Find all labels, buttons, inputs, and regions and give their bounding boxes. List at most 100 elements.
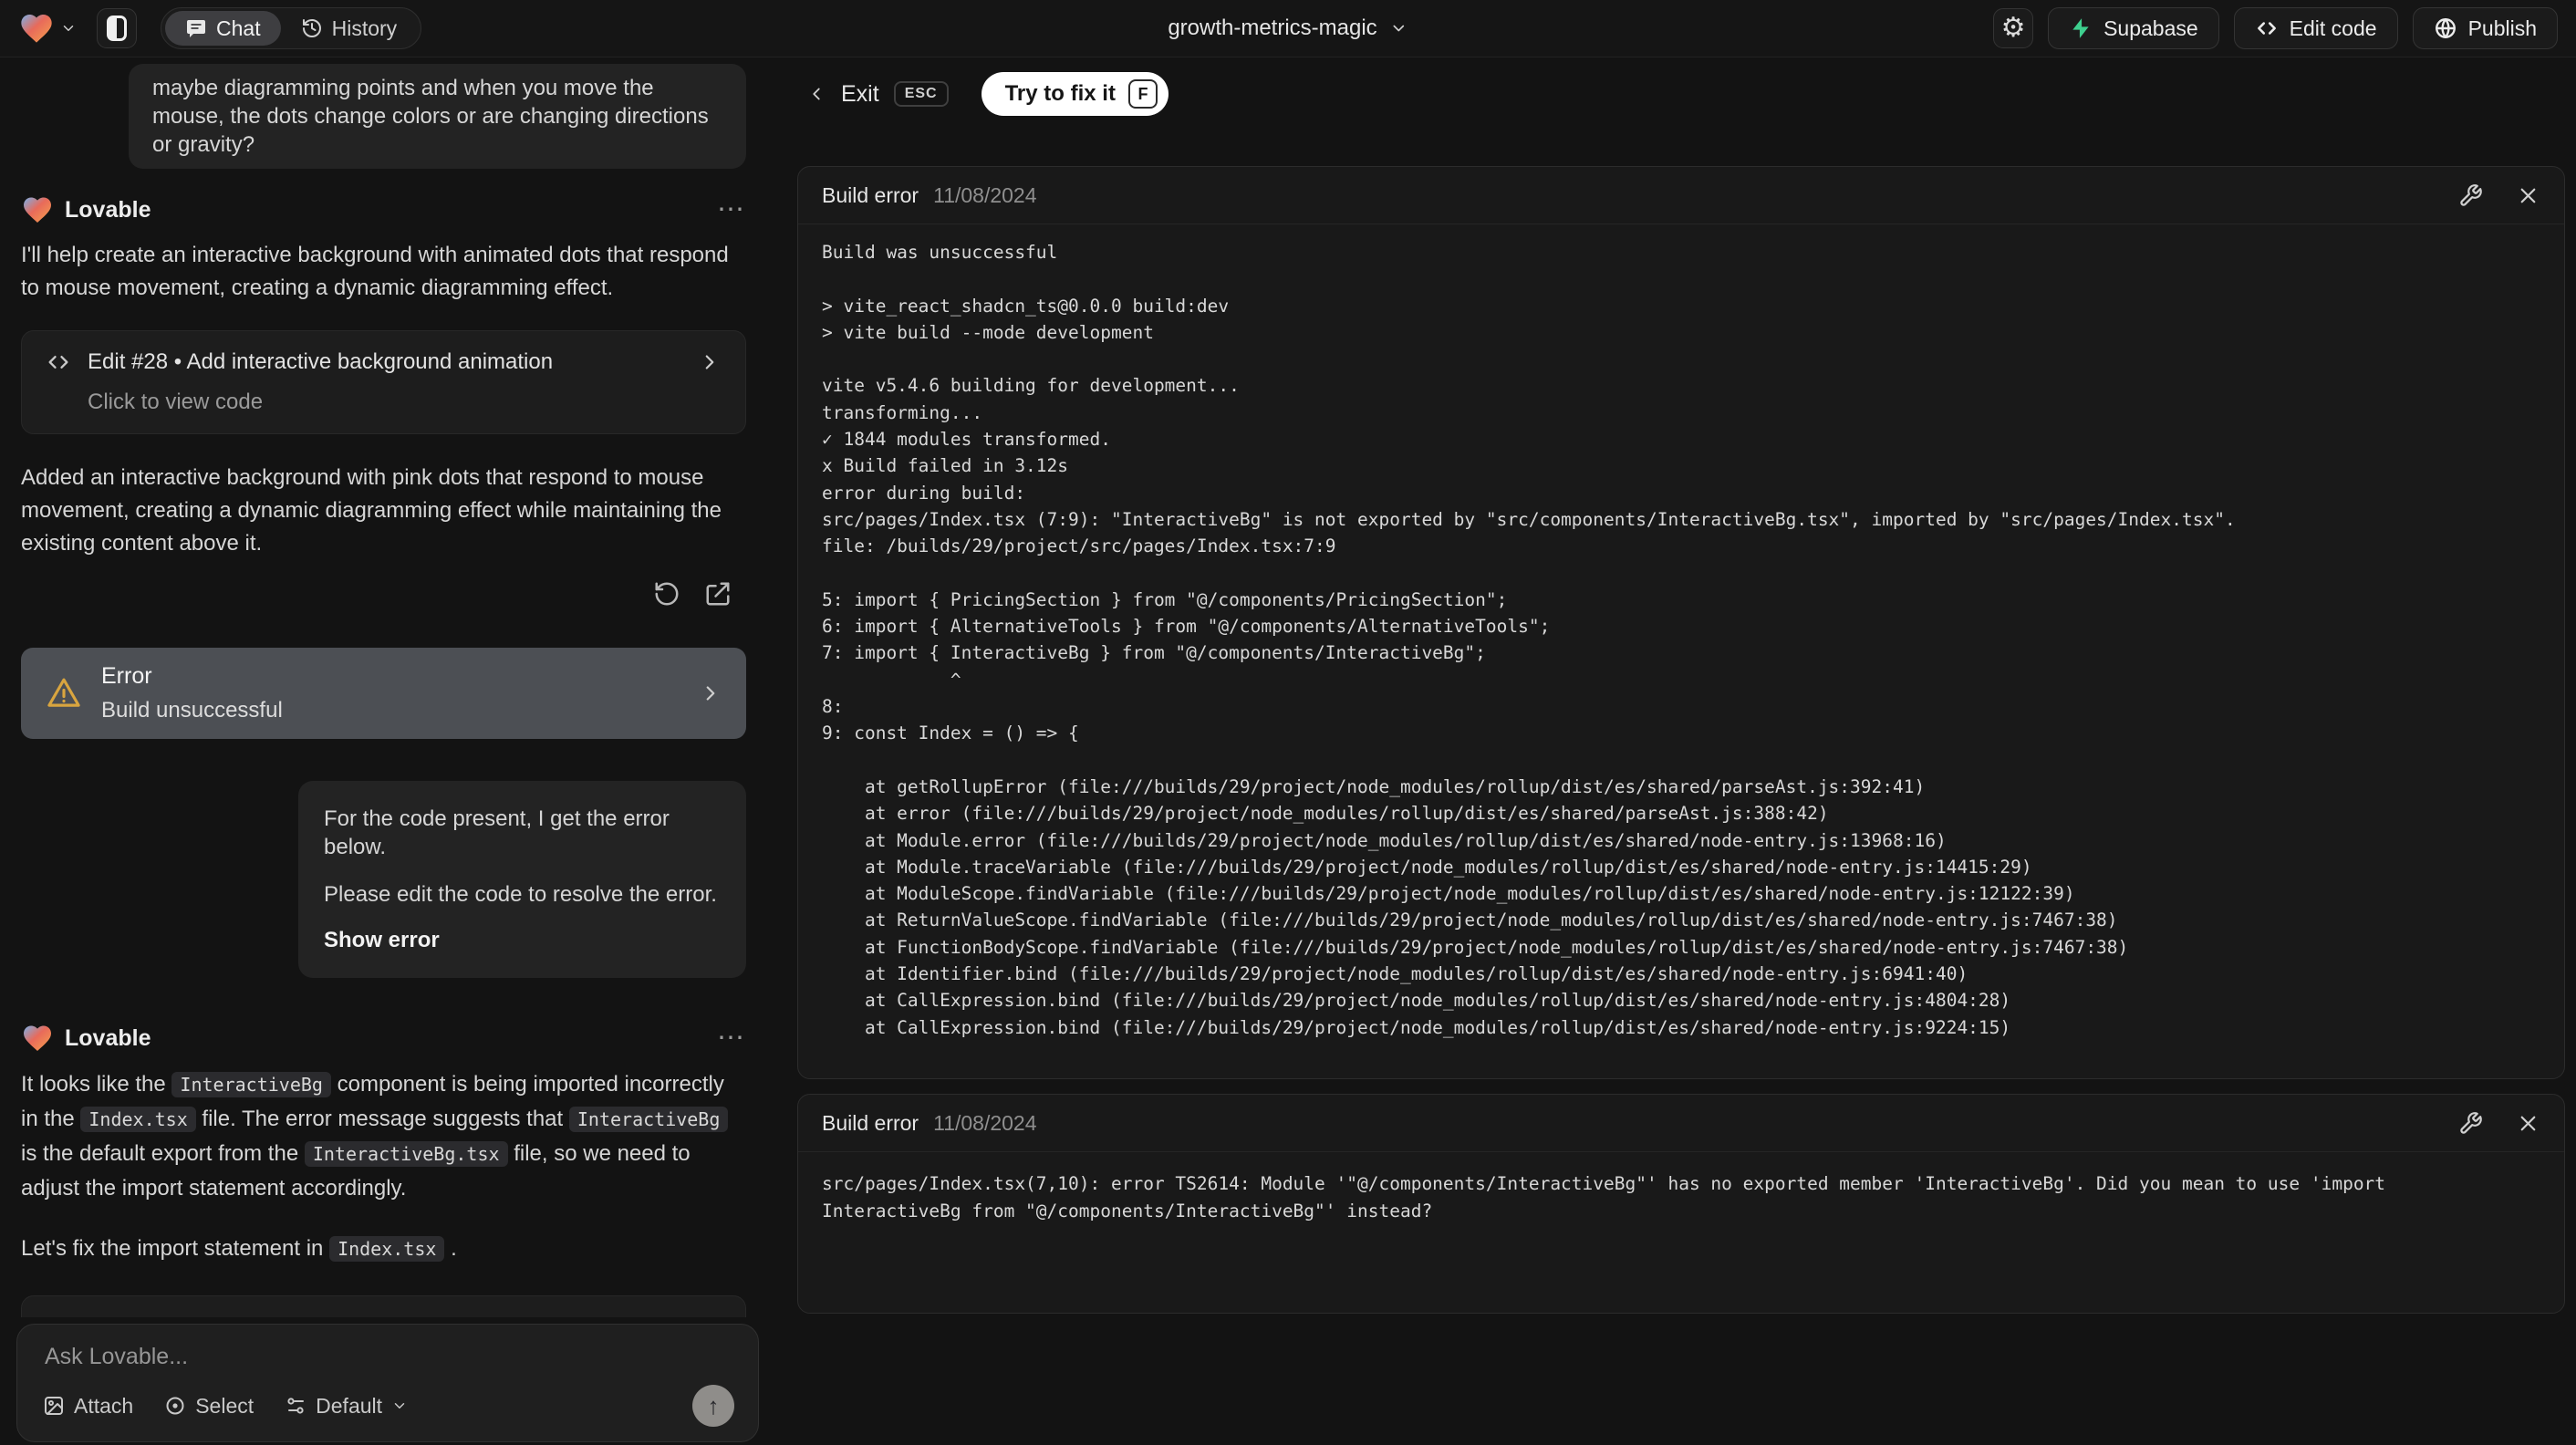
chevron-right-icon	[698, 350, 722, 374]
project-name: growth-metrics-magic	[1168, 16, 1377, 40]
assistant-text: Let's fix the import statement in Index.…	[21, 1236, 457, 1262]
build-log: src/pages/Index.tsx(7,10): error TS2614:…	[822, 1173, 2396, 1221]
panel-left-icon	[107, 16, 127, 41]
exit-label: Exit	[841, 80, 879, 107]
lovable-logo-menu[interactable]	[18, 10, 77, 47]
attach-label: Attach	[74, 1393, 134, 1418]
panel-header: Build error 11/08/2024	[798, 1095, 2564, 1152]
publish-button[interactable]: Publish	[2412, 7, 2558, 49]
send-button[interactable]: ↑	[692, 1385, 734, 1427]
chevron-down-icon	[1390, 19, 1408, 37]
chevron-right-icon	[698, 1315, 722, 1317]
attach-button[interactable]: Attach	[43, 1394, 133, 1419]
publish-label: Publish	[2467, 16, 2537, 40]
lovable-heart-icon	[21, 1022, 54, 1055]
exit-button[interactable]: Exit ESC	[806, 81, 949, 108]
error-card-subtitle: Build unsuccessful	[101, 698, 283, 722]
close-icon[interactable]	[2516, 1111, 2540, 1136]
edit-card-title: Edit #29 • Fix import error for Interact…	[88, 1315, 502, 1317]
project-switcher[interactable]: growth-metrics-magic	[1168, 16, 1407, 41]
try-to-fix-button[interactable]: Try to fix it F	[981, 72, 1169, 116]
supabase-label: Supabase	[2103, 16, 2198, 40]
assistant-message-header: Lovable ⋯	[21, 1022, 746, 1055]
lovable-heart-icon	[18, 10, 55, 47]
build-error-panel-1: Build error 11/08/2024 Build was unsucce…	[797, 166, 2565, 1079]
composer: Attach Select Defa	[16, 1324, 759, 1442]
edit-code-button[interactable]: Edit code	[2233, 7, 2398, 49]
chevron-down-icon	[60, 20, 77, 36]
edit-card-subtitle: Click to view code	[88, 390, 264, 414]
supabase-bolt-icon	[2069, 16, 2093, 40]
build-error-card[interactable]: Error Build unsuccessful	[21, 648, 746, 739]
inline-code: InteractiveBg	[568, 1107, 729, 1132]
select-label: Select	[195, 1393, 254, 1418]
more-options-icon[interactable]: ⋯	[717, 196, 746, 224]
inline-code: InteractiveBg.tsx	[304, 1141, 508, 1167]
chat-history-tabs: Chat History	[161, 7, 422, 49]
user-message-line: Please edit the code to resolve the erro…	[324, 882, 717, 907]
edit-card-28[interactable]: Edit #28 • Add interactive background an…	[21, 330, 746, 434]
panel-date: 11/08/2024	[933, 1110, 1037, 1135]
chat-panel: maybe diagramming points and when you mo…	[0, 57, 766, 1445]
target-icon	[164, 1395, 186, 1417]
model-selector[interactable]: Default	[285, 1394, 408, 1419]
tab-history[interactable]: History	[281, 11, 418, 46]
error-card-title: Error	[101, 663, 152, 689]
model-label: Default	[316, 1393, 383, 1418]
code-icon	[46, 349, 71, 375]
inline-code: InteractiveBg	[171, 1072, 331, 1097]
assistant-name: Lovable	[65, 196, 151, 223]
top-bar: Chat History growth-metrics-magic ⚙ Supa…	[0, 0, 2576, 57]
show-error-link[interactable]: Show error	[324, 926, 721, 954]
tab-history-label: History	[331, 16, 398, 40]
close-icon[interactable]	[2516, 183, 2540, 208]
refresh-icon[interactable]	[653, 580, 680, 608]
wrench-icon[interactable]	[2458, 1111, 2483, 1136]
more-options-icon[interactable]: ⋯	[717, 1024, 746, 1052]
settings-button[interactable]: ⚙	[1993, 8, 2034, 48]
assistant-text: It looks like the InteractiveBg componen…	[21, 1067, 746, 1206]
supabase-button[interactable]: Supabase	[2048, 7, 2219, 49]
gear-icon: ⚙	[2000, 13, 2026, 43]
assistant-name: Lovable	[65, 1024, 151, 1051]
edit-code-label: Edit code	[2289, 16, 2377, 40]
error-workspace: Exit ESC Try to fix it F Build error 11/…	[766, 57, 2576, 1445]
panel-header: Build error 11/08/2024	[798, 167, 2564, 224]
panel-title: Build error	[822, 1110, 919, 1135]
message-actions	[21, 580, 746, 608]
tab-chat[interactable]: Chat	[165, 11, 281, 46]
build-error-panel-2: Build error 11/08/2024 src/pages/Index.t…	[797, 1094, 2565, 1314]
user-message: maybe diagramming points and when you mo…	[129, 64, 746, 169]
inline-code: Index.tsx	[329, 1236, 445, 1262]
globe-icon	[2434, 16, 2457, 40]
warning-triangle-icon	[45, 674, 83, 712]
chat-bubble-icon	[185, 17, 207, 39]
edit-card-29[interactable]: Edit #29 • Fix import error for Interact…	[21, 1295, 746, 1317]
sidebar-toggle-button[interactable]	[97, 8, 137, 48]
user-message-line: For the code present, I get the error be…	[324, 806, 670, 859]
panel-date: 11/08/2024	[933, 182, 1037, 207]
history-clock-icon	[301, 17, 323, 39]
select-button[interactable]: Select	[164, 1394, 254, 1419]
arrow-up-icon: ↑	[707, 1391, 720, 1419]
chat-scroll-area[interactable]: maybe diagramming points and when you mo…	[0, 57, 766, 1317]
inline-code: Index.tsx	[80, 1107, 196, 1132]
chat-input[interactable]	[43, 1343, 738, 1371]
wrench-icon[interactable]	[2458, 183, 2483, 208]
f-key-badge: F	[1127, 79, 1158, 109]
chevron-right-icon	[699, 681, 722, 705]
assistant-text: Added an interactive background with pin…	[21, 465, 722, 556]
assistant-text: I'll help create an interactive backgrou…	[21, 243, 729, 300]
try-to-fix-label: Try to fix it	[1004, 81, 1116, 106]
user-message: For the code present, I get the error be…	[298, 781, 746, 978]
panel-title: Build error	[822, 182, 919, 207]
fix-bar: Exit ESC Try to fix it F	[806, 68, 1169, 120]
chevron-down-icon	[391, 1398, 408, 1414]
chevron-left-icon	[806, 84, 826, 104]
attach-image-icon	[43, 1395, 65, 1417]
build-log: Build was unsuccessful > vite_react_shad…	[822, 242, 2236, 1038]
assistant-message-header: Lovable ⋯	[21, 193, 746, 226]
tab-chat-label: Chat	[216, 16, 261, 40]
code-icon	[2255, 16, 2279, 40]
open-in-new-icon[interactable]	[704, 580, 732, 608]
